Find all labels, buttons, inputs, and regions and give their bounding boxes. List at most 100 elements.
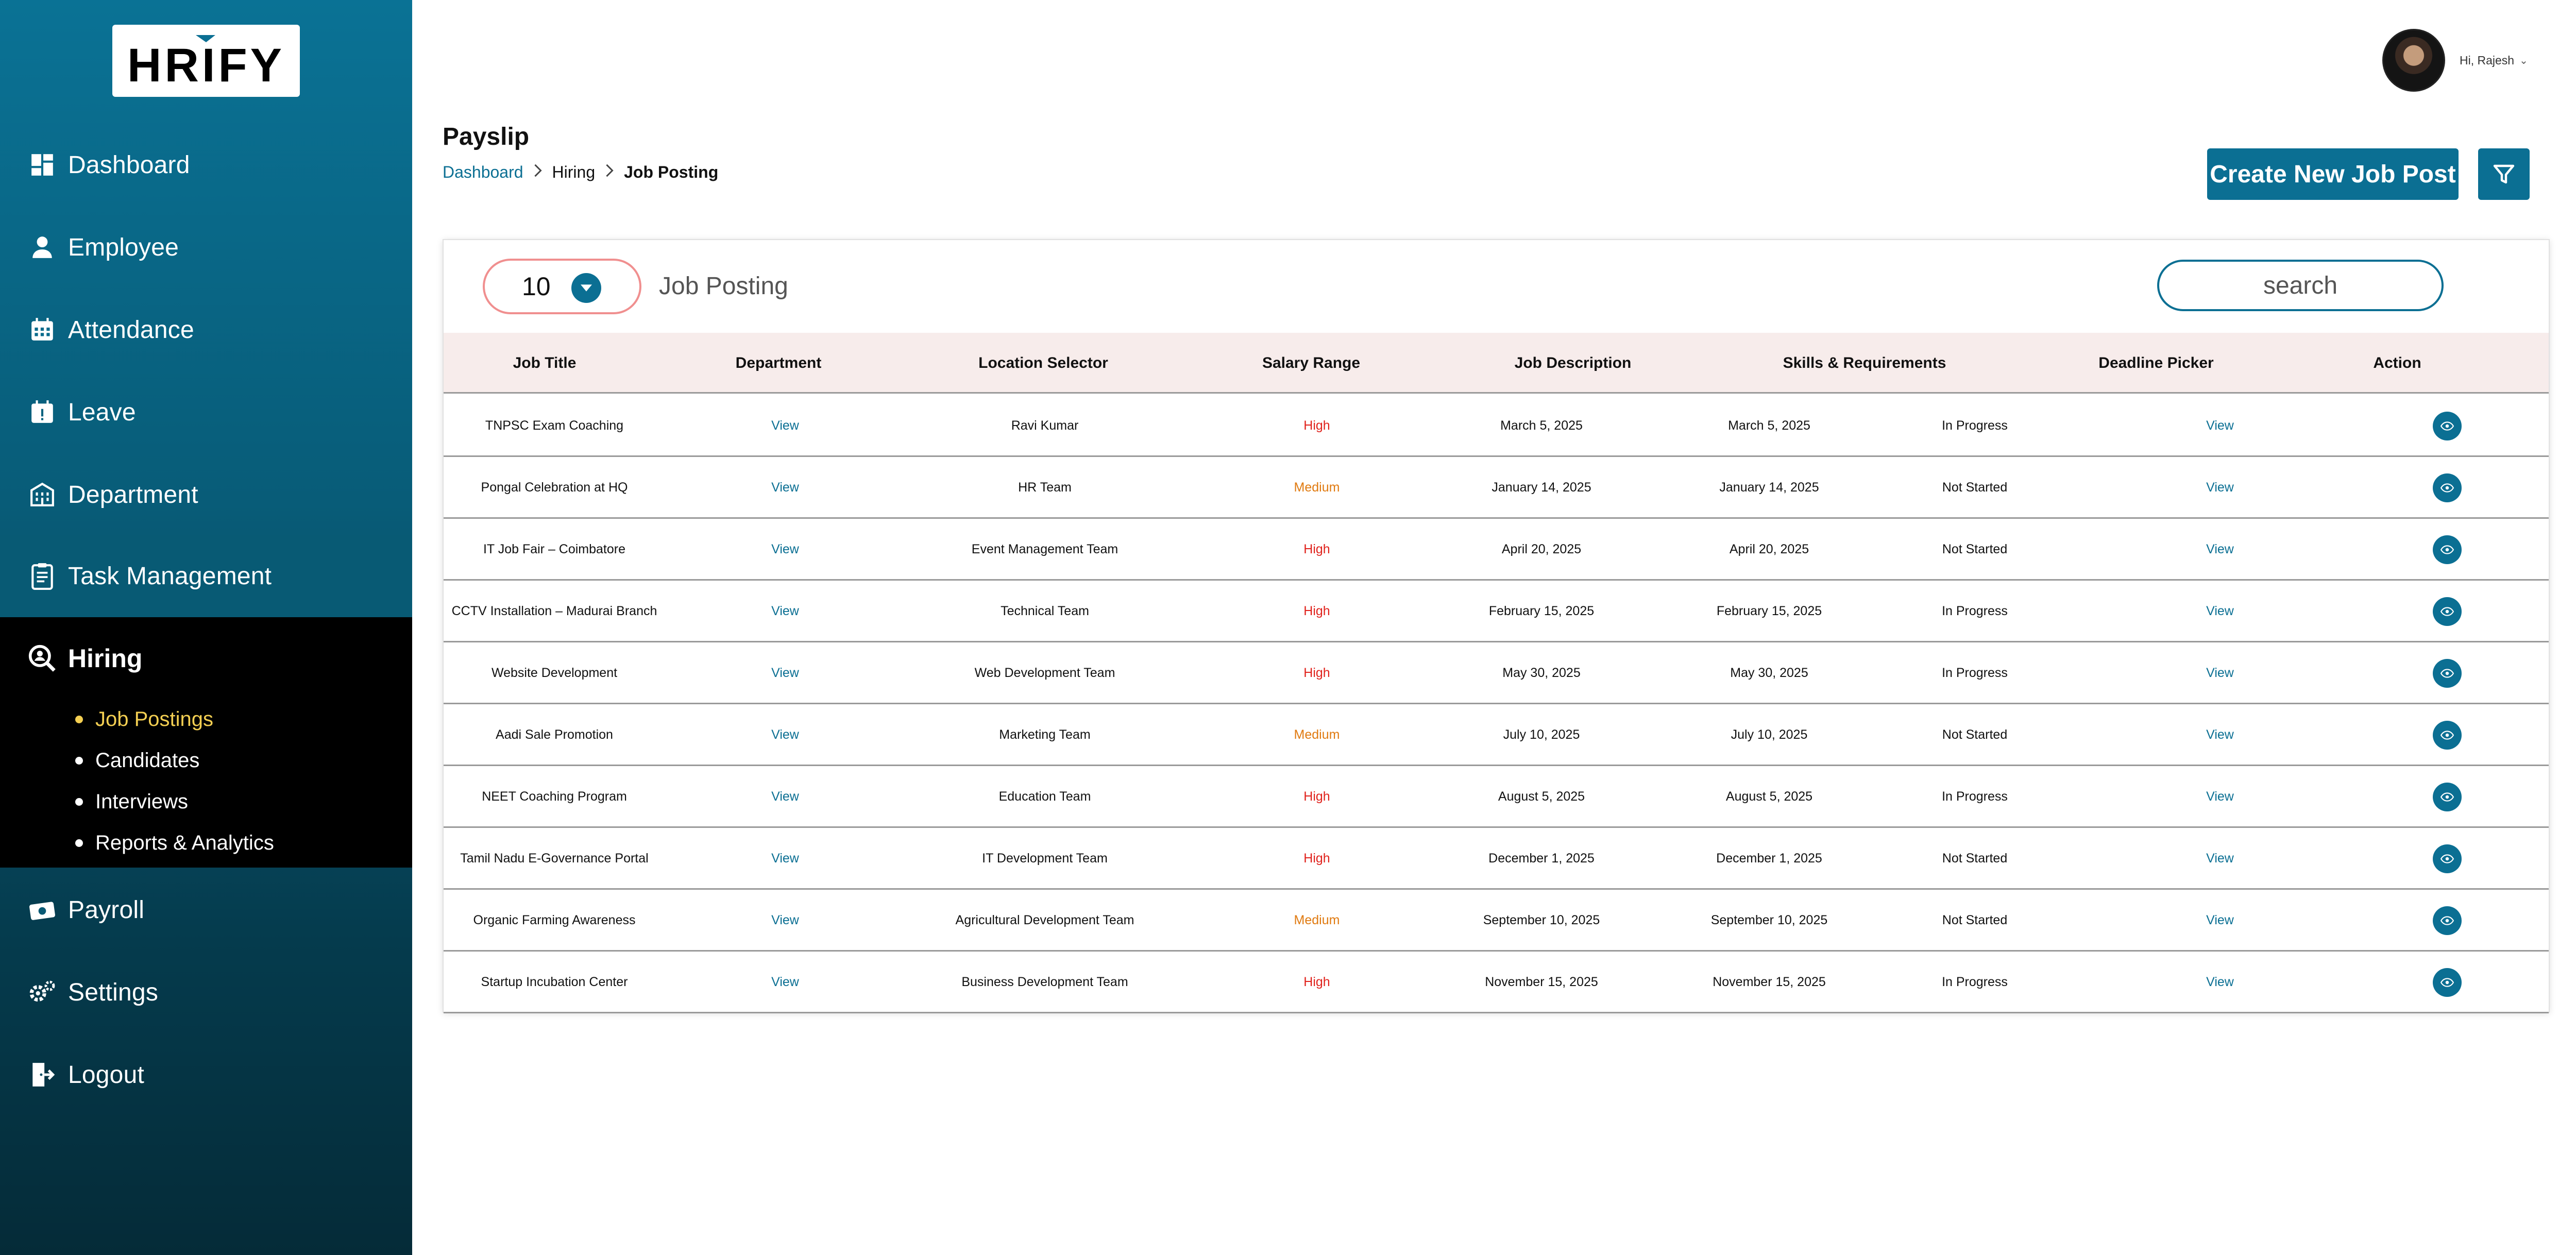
table-row[interactable]: Aadi Sale Promotion View Marketing Team Med… xyxy=(444,704,2549,766)
job-title-cell: Pongal Celebration at HQ xyxy=(481,480,628,495)
job-postings-card: 10 Job Posting Job Title Department Loca… xyxy=(443,239,2550,1013)
view-eye-icon[interactable] xyxy=(2433,783,2462,811)
view-eye-icon[interactable] xyxy=(2433,906,2462,935)
column-header: Skills & Requirements xyxy=(1783,354,1946,371)
clipboard-icon xyxy=(28,562,57,590)
department-view-link[interactable]: View xyxy=(771,457,799,518)
deadline-view-link[interactable]: View xyxy=(2206,828,2234,889)
table-row[interactable]: NEET Coaching Program View Education Team H… xyxy=(444,766,2549,828)
sidebar-item-logout[interactable]: Logout xyxy=(0,1033,412,1116)
bullet-icon xyxy=(75,715,83,723)
job-description-cell: November 15, 2025 xyxy=(1485,974,1598,989)
deadline-view-link[interactable]: View xyxy=(2206,519,2234,580)
sidebar-item-attendance[interactable]: Attendance xyxy=(0,289,412,371)
table-header: Job Title Department Location Selector S… xyxy=(444,333,2549,394)
department-view-link[interactable]: View xyxy=(771,704,799,765)
status-cell: Not Started xyxy=(1942,480,2008,495)
column-header: Job Title xyxy=(513,354,577,371)
table-row[interactable]: Organic Farming Awareness View Agricultura… xyxy=(444,890,2549,952)
department-view-link[interactable]: View xyxy=(771,952,799,1012)
location-cell: Agricultural Development Team xyxy=(955,912,1134,927)
skills-cell: November 15, 2025 xyxy=(1713,974,1826,989)
department-view-link[interactable]: View xyxy=(771,581,799,641)
sidebar-item-label: Hiring xyxy=(68,644,143,673)
user-icon xyxy=(28,233,57,262)
job-description-cell: January 14, 2025 xyxy=(1492,480,1591,495)
deadline-view-link[interactable]: View xyxy=(2206,642,2234,703)
sidebar-item-department[interactable]: Department xyxy=(0,453,412,536)
location-cell: HR Team xyxy=(1018,480,1072,495)
view-eye-icon[interactable] xyxy=(2433,597,2462,626)
department-view-link[interactable]: View xyxy=(771,395,799,456)
sidebar-item-label: Payroll xyxy=(68,896,145,924)
department-view-link[interactable]: View xyxy=(771,766,799,827)
sidebar-item-payroll[interactable]: Payroll xyxy=(0,869,412,951)
department-view-link[interactable]: View xyxy=(771,642,799,703)
breadcrumb-dashboard[interactable]: Dashboard xyxy=(443,163,523,182)
sidebar-item-label: Attendance xyxy=(68,316,194,344)
job-description-cell: February 15, 2025 xyxy=(1488,603,1595,618)
table-row[interactable]: CCTV Installation – Madurai Branch View Te… xyxy=(444,581,2549,642)
deadline-view-link[interactable]: View xyxy=(2206,581,2234,641)
column-header: Location Selector xyxy=(978,354,1108,371)
sidebar-item-dashboard[interactable]: Dashboard xyxy=(0,124,412,206)
page-title: Payslip xyxy=(443,123,530,150)
deadline-view-link[interactable]: View xyxy=(2206,457,2234,518)
deadline-view-link[interactable]: View xyxy=(2206,766,2234,827)
salary-range-cell: High xyxy=(1303,665,1330,680)
view-eye-icon[interactable] xyxy=(2433,412,2462,440)
table-row[interactable]: TNPSC Exam Coaching View Ravi Kumar High Mar… xyxy=(444,395,2549,457)
sidebar-item-task-management[interactable]: Task Management xyxy=(0,535,412,617)
avatar[interactable] xyxy=(2382,29,2445,92)
location-cell: Event Management Team xyxy=(971,541,1118,556)
user-menu[interactable]: Hi, Rajesh ⌄ xyxy=(2382,29,2528,92)
view-eye-icon[interactable] xyxy=(2433,968,2462,997)
location-cell: Marketing Team xyxy=(999,727,1091,742)
brand-logo[interactable]: HRIFY xyxy=(112,25,300,97)
sidebar-subitem-job-postings[interactable]: Job Postings xyxy=(75,704,213,735)
sidebar-subitem-interviews[interactable]: Interviews xyxy=(75,786,188,817)
sidebar-item-label: Task Management xyxy=(68,562,272,590)
view-eye-icon[interactable] xyxy=(2433,721,2462,750)
column-header: Action xyxy=(2373,354,2421,371)
dropdown-caret-icon[interactable] xyxy=(571,273,601,303)
status-cell: Not Started xyxy=(1942,727,2008,742)
deadline-view-link[interactable]: View xyxy=(2206,952,2234,1012)
view-eye-icon[interactable] xyxy=(2433,844,2462,873)
sidebar-item-employee[interactable]: Employee xyxy=(0,206,412,289)
column-header: Job Description xyxy=(1514,354,1632,371)
table-row[interactable]: Website Development View Web Development T… xyxy=(444,642,2549,704)
table-row[interactable]: Pongal Celebration at HQ View HR Team Mediu… xyxy=(444,457,2549,519)
view-eye-icon[interactable] xyxy=(2433,659,2462,688)
dashboard-icon xyxy=(28,150,57,179)
bullet-icon xyxy=(75,798,83,806)
skills-cell: January 14, 2025 xyxy=(1719,480,1819,495)
view-eye-icon[interactable] xyxy=(2433,535,2462,564)
chevron-down-icon[interactable]: ⌄ xyxy=(2519,54,2528,67)
create-job-post-button[interactable]: Create New Job Post xyxy=(2207,148,2459,200)
deadline-view-link[interactable]: View xyxy=(2206,890,2234,951)
sidebar-subitem-candidates[interactable]: Candidates xyxy=(75,745,199,776)
table-row[interactable]: IT Job Fair – Coimbatore View Event Manage… xyxy=(444,519,2549,581)
breadcrumb-hiring[interactable]: Hiring xyxy=(552,163,596,182)
search-input[interactable] xyxy=(2157,260,2444,311)
sidebar-subitem-reports-analytics[interactable]: Reports & Analytics xyxy=(75,827,274,858)
table-row[interactable]: Tamil Nadu E-Governance Portal View IT Dev… xyxy=(444,828,2549,890)
sidebar-item-leave[interactable]: Leave xyxy=(0,371,412,453)
bullet-icon xyxy=(75,756,83,765)
deadline-view-link[interactable]: View xyxy=(2206,395,2234,456)
per-page-select[interactable]: 10 xyxy=(483,259,641,314)
sidebar-item-settings[interactable]: Settings xyxy=(0,951,412,1033)
department-view-link[interactable]: View xyxy=(771,828,799,889)
filter-button[interactable] xyxy=(2478,148,2530,200)
department-view-link[interactable]: View xyxy=(771,519,799,580)
logo-icon: HRIFY xyxy=(127,35,282,92)
sidebar-item-hiring[interactable]: Hiring xyxy=(0,617,412,700)
deadline-view-link[interactable]: View xyxy=(2206,704,2234,765)
sidebar-item-label: Department xyxy=(68,481,198,508)
department-view-link[interactable]: View xyxy=(771,890,799,951)
salary-range-cell: High xyxy=(1303,974,1330,989)
job-title-cell: Aadi Sale Promotion xyxy=(496,727,613,742)
table-row[interactable]: Startup Incubation Center View Business De… xyxy=(444,952,2549,1013)
view-eye-icon[interactable] xyxy=(2433,473,2462,502)
